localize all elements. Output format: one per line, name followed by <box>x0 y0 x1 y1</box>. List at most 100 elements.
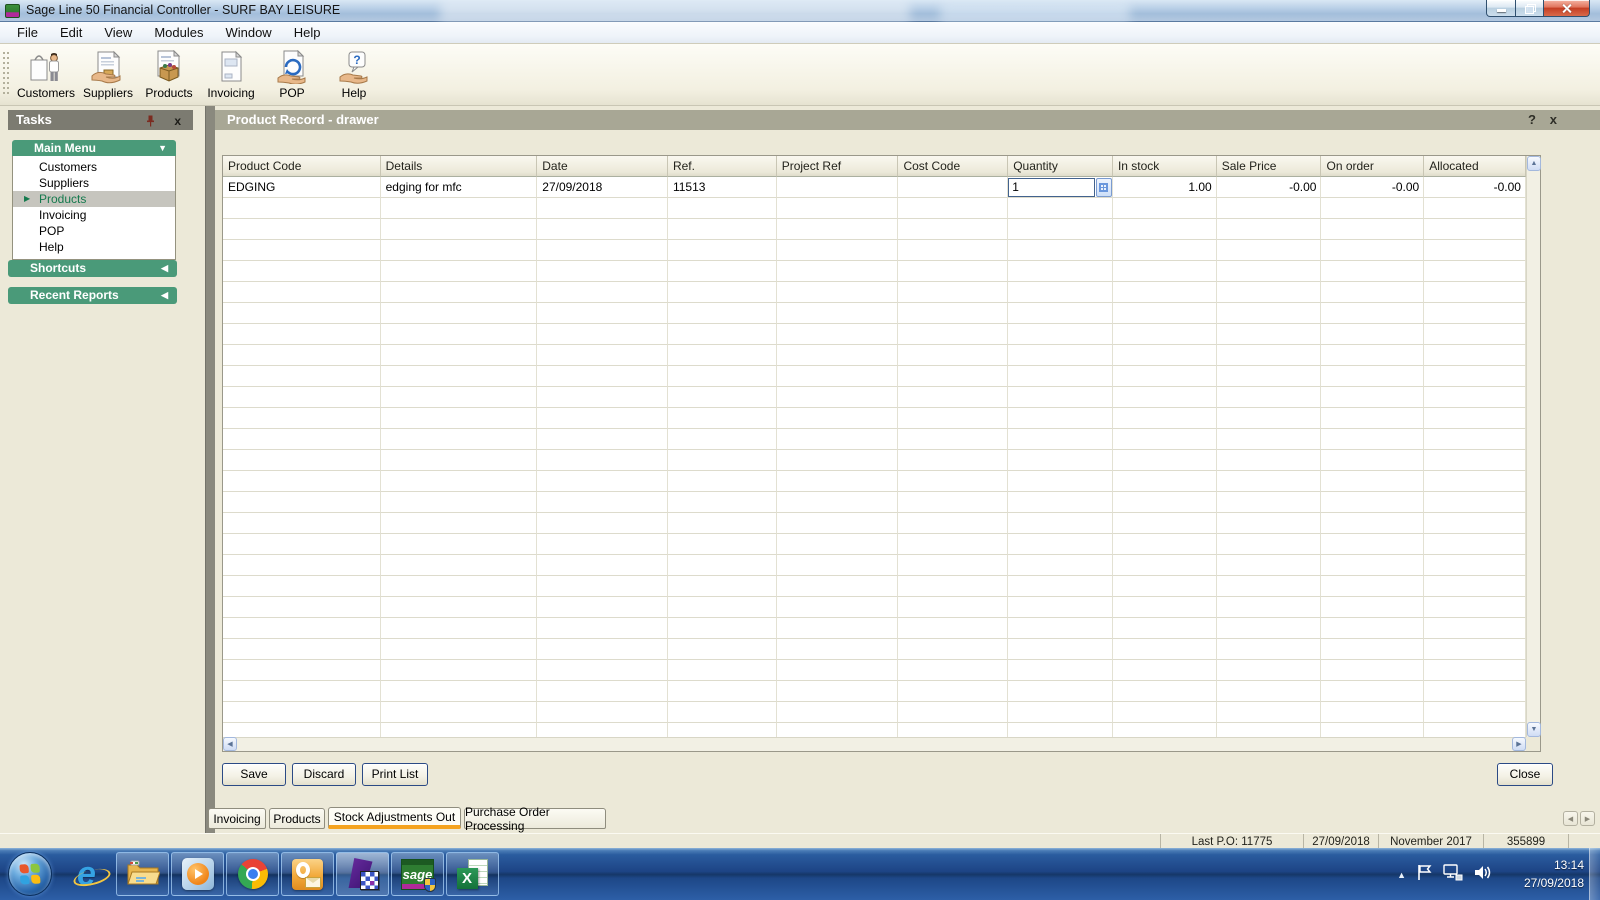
table-cell-empty[interactable] <box>537 534 668 555</box>
column-header-details[interactable]: Details <box>381 156 538 177</box>
table-cell-empty[interactable] <box>1424 324 1526 345</box>
table-cell-empty[interactable] <box>381 492 538 513</box>
table-cell-empty[interactable] <box>1217 618 1322 639</box>
table-cell-empty[interactable] <box>777 639 899 660</box>
table-cell-empty[interactable] <box>537 408 668 429</box>
table-cell-empty[interactable] <box>1008 660 1113 681</box>
table-cell-empty[interactable] <box>381 681 538 702</box>
table-cell-empty[interactable] <box>1008 324 1113 345</box>
table-cell-empty[interactable] <box>777 198 899 219</box>
table-cell-empty[interactable] <box>898 366 1008 387</box>
table-cell-empty[interactable] <box>1113 702 1217 723</box>
table-cell-empty[interactable] <box>668 639 777 660</box>
tab-purchase-order-processing[interactable]: Purchase Order Processing <box>464 808 606 829</box>
table-cell-empty[interactable] <box>223 492 381 513</box>
table-cell-empty[interactable] <box>1217 723 1322 737</box>
table-cell-empty[interactable] <box>1008 345 1113 366</box>
table-cell-empty[interactable] <box>223 345 381 366</box>
table-cell-empty[interactable] <box>777 555 899 576</box>
table-cell-empty[interactable] <box>1217 492 1322 513</box>
main-menu-header[interactable]: Main Menu ▼ <box>12 140 176 156</box>
table-cell-empty[interactable] <box>223 618 381 639</box>
taskbar-excel[interactable]: X <box>446 852 499 896</box>
table-cell-empty[interactable] <box>668 492 777 513</box>
table-cell-empty[interactable] <box>1113 492 1217 513</box>
table-cell-empty[interactable] <box>1008 681 1113 702</box>
table-cell-empty[interactable] <box>223 408 381 429</box>
table-cell-empty[interactable] <box>1321 219 1424 240</box>
table-cell-empty[interactable] <box>223 555 381 576</box>
table-cell-empty[interactable] <box>1424 597 1526 618</box>
window-titlebar[interactable]: Sage Line 50 Financial Controller - SURF… <box>0 0 1600 22</box>
table-cell-empty[interactable] <box>537 513 668 534</box>
column-header-sale-price[interactable]: Sale Price <box>1217 156 1322 177</box>
table-cell-empty[interactable] <box>1321 198 1424 219</box>
table-cell-empty[interactable] <box>1008 366 1113 387</box>
table-cell-empty[interactable] <box>1321 450 1424 471</box>
table-cell-empty[interactable] <box>777 534 899 555</box>
table-cell-empty[interactable] <box>223 513 381 534</box>
table-cell-empty[interactable] <box>1424 303 1526 324</box>
table-cell-empty[interactable] <box>668 450 777 471</box>
taskbar-sage-line50[interactable] <box>336 852 389 896</box>
table-cell-empty[interactable] <box>1008 471 1113 492</box>
table-cell-empty[interactable] <box>1321 702 1424 723</box>
table-cell-empty[interactable] <box>537 471 668 492</box>
recent-reports-section-header[interactable]: Recent Reports ◀ <box>8 287 177 304</box>
save-button[interactable]: Save <box>222 763 286 786</box>
table-cell-empty[interactable] <box>1424 660 1526 681</box>
vertical-scrollbar[interactable]: ▲ ▼ <box>1526 156 1540 737</box>
table-cell-empty[interactable] <box>1424 492 1526 513</box>
pin-icon[interactable] <box>146 113 155 133</box>
table-cell-empty[interactable] <box>1217 597 1322 618</box>
table-cell-empty[interactable] <box>223 429 381 450</box>
table-cell-empty[interactable] <box>223 576 381 597</box>
toolbar-invoicing-button[interactable]: Invoicing <box>200 49 262 103</box>
table-cell-empty[interactable] <box>381 618 538 639</box>
table-cell-empty[interactable] <box>1113 639 1217 660</box>
table-cell-empty[interactable] <box>537 261 668 282</box>
table-cell-empty[interactable] <box>1321 429 1424 450</box>
table-cell-empty[interactable] <box>1113 597 1217 618</box>
table-cell-empty[interactable] <box>668 324 777 345</box>
table-cell-empty[interactable] <box>1217 555 1322 576</box>
table-cell-empty[interactable] <box>898 450 1008 471</box>
table-cell-empty[interactable] <box>223 723 381 737</box>
table-cell-empty[interactable] <box>898 303 1008 324</box>
table-cell-empty[interactable] <box>1008 492 1113 513</box>
table-cell-empty[interactable] <box>898 471 1008 492</box>
table-cell-empty[interactable] <box>223 366 381 387</box>
table-cell-empty[interactable] <box>898 261 1008 282</box>
table-cell-empty[interactable] <box>223 597 381 618</box>
table-cell-empty[interactable] <box>898 282 1008 303</box>
table-cell-empty[interactable] <box>668 660 777 681</box>
column-header-ref[interactable]: Ref. <box>668 156 777 177</box>
cell-on-order[interactable]: -0.00 <box>1321 177 1424 198</box>
table-cell-empty[interactable] <box>668 303 777 324</box>
table-cell-empty[interactable] <box>381 471 538 492</box>
menu-file[interactable]: File <box>6 22 49 43</box>
table-cell-empty[interactable] <box>777 324 899 345</box>
table-cell-empty[interactable] <box>898 408 1008 429</box>
table-cell-empty[interactable] <box>1217 576 1322 597</box>
table-cell-empty[interactable] <box>1217 303 1322 324</box>
table-cell-empty[interactable] <box>898 429 1008 450</box>
table-cell-empty[interactable] <box>1424 387 1526 408</box>
table-cell-empty[interactable] <box>1424 408 1526 429</box>
table-cell-empty[interactable] <box>777 450 899 471</box>
sidebar-divider[interactable] <box>205 106 215 833</box>
table-cell-empty[interactable] <box>1321 660 1424 681</box>
table-cell-empty[interactable] <box>1424 681 1526 702</box>
table-cell-empty[interactable] <box>381 387 538 408</box>
table-cell-empty[interactable] <box>381 324 538 345</box>
table-cell-empty[interactable] <box>1321 723 1424 737</box>
table-cell-empty[interactable] <box>1113 198 1217 219</box>
table-cell-empty[interactable] <box>381 555 538 576</box>
table-cell-empty[interactable] <box>537 597 668 618</box>
table-cell-empty[interactable] <box>777 219 899 240</box>
pane-close-icon[interactable]: x <box>1550 110 1557 130</box>
table-cell-empty[interactable] <box>1217 660 1322 681</box>
table-cell-empty[interactable] <box>668 618 777 639</box>
table-cell-empty[interactable] <box>777 723 899 737</box>
cell-in-stock[interactable]: 1.00 <box>1113 177 1217 198</box>
